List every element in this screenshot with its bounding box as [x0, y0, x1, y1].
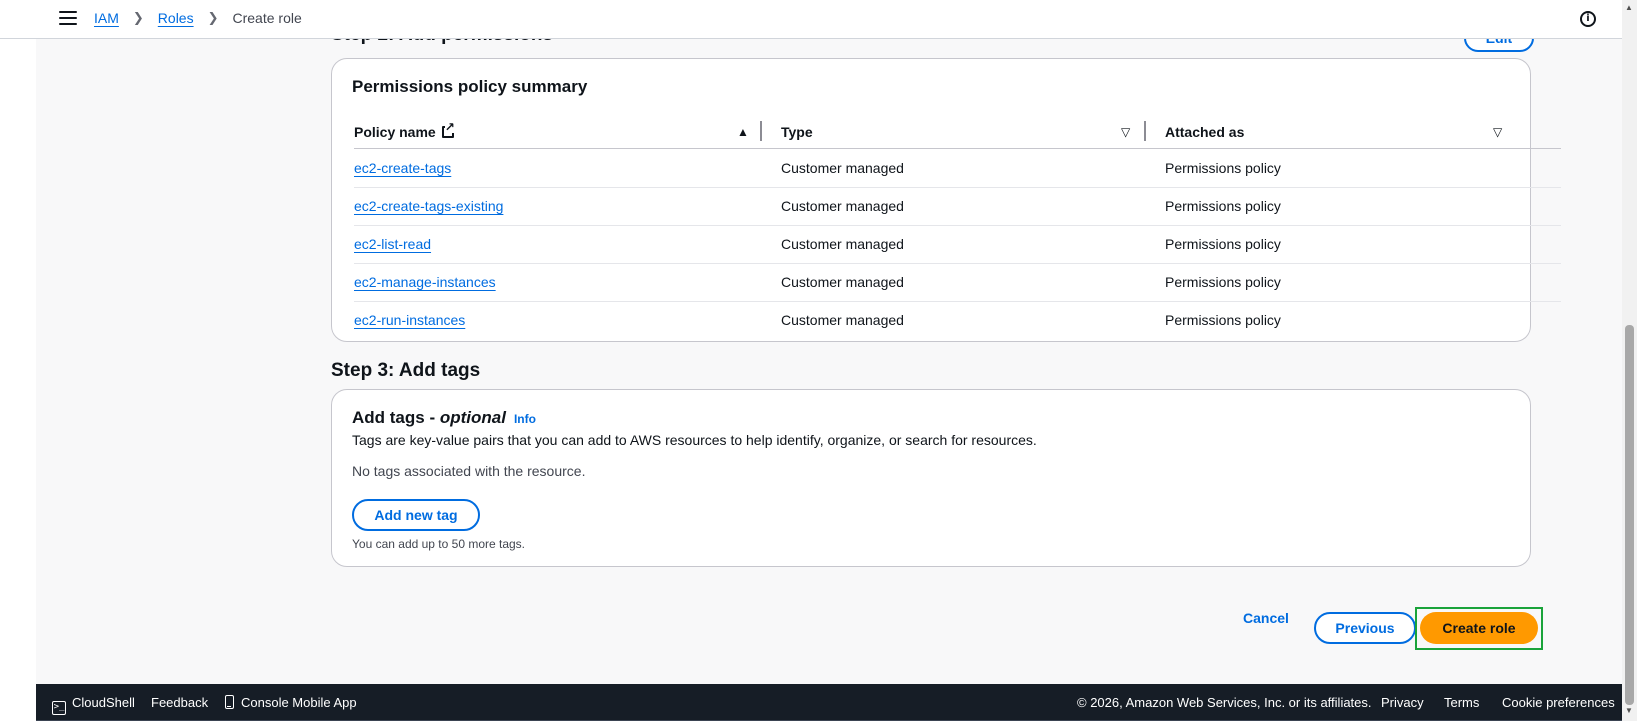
policy-attached-as: Permissions policy: [1165, 236, 1281, 252]
cloudshell-link[interactable]: >_ CloudShell: [52, 695, 135, 715]
chevron-right-icon: ❯: [207, 10, 219, 25]
policy-link[interactable]: ec2-list-read: [354, 236, 431, 252]
breadcrumb: IAM ❯ Roles ❯ Create role: [94, 10, 302, 26]
policy-link[interactable]: ec2-create-tags: [354, 160, 451, 176]
tags-limit-hint: You can add up to 50 more tags.: [352, 537, 526, 551]
scrollbar-thumb[interactable]: [1625, 325, 1634, 705]
tags-empty-state: No tags associated with the resource.: [352, 463, 586, 479]
policy-attached-as: Permissions policy: [1165, 274, 1281, 290]
permissions-summary-title: Permissions policy summary: [352, 77, 588, 96]
scroll-up-arrow-icon[interactable]: ▲: [1625, 3, 1633, 12]
policy-link[interactable]: ec2-create-tags-existing: [354, 198, 503, 214]
policy-type: Customer managed: [781, 236, 904, 252]
policy-type: Customer managed: [781, 274, 904, 290]
cloudshell-icon: >_: [52, 701, 66, 715]
chevron-right-icon: ❯: [132, 10, 144, 25]
tags-description: Tags are key-value pairs that you can ad…: [352, 432, 1037, 448]
cookie-preferences-link[interactable]: Cookie preferences: [1502, 695, 1615, 710]
step3-heading: Step 3: Add tags: [331, 360, 481, 381]
top-navigation: IAM ❯ Roles ❯ Create role i: [0, 0, 1622, 39]
table-row: ec2-list-read Customer managed Permissio…: [354, 225, 1561, 264]
policy-attached-as: Permissions policy: [1165, 312, 1281, 328]
feedback-link[interactable]: Feedback: [151, 695, 208, 710]
policy-type: Customer managed: [781, 198, 904, 214]
create-role-button[interactable]: Create role: [1420, 612, 1538, 644]
sort-ascending-icon[interactable]: ▲: [737, 125, 749, 139]
policy-link[interactable]: ec2-run-instances: [354, 312, 465, 328]
policy-type: Customer managed: [781, 160, 904, 176]
permissions-table-header: Policy name ▲ Type ▽ Attached as ▽: [354, 117, 1561, 149]
scroll-down-arrow-icon[interactable]: ▼: [1625, 706, 1633, 715]
breadcrumb-iam[interactable]: IAM: [94, 10, 119, 26]
sort-icon[interactable]: ▽: [1121, 125, 1130, 139]
mobile-phone-icon: [225, 695, 234, 709]
table-row: ec2-create-tags-existing Customer manage…: [354, 187, 1561, 226]
console-mobile-app-link[interactable]: Console Mobile App: [225, 695, 357, 710]
column-resize-handle[interactable]: [1144, 121, 1146, 141]
sort-icon[interactable]: ▽: [1493, 125, 1502, 139]
external-link-icon: [441, 121, 455, 138]
column-type[interactable]: Type: [781, 124, 813, 140]
policy-attached-as: Permissions policy: [1165, 160, 1281, 176]
policy-type: Customer managed: [781, 312, 904, 328]
console-footer: >_ CloudShell Feedback Console Mobile App…: [36, 684, 1622, 721]
add-new-tag-button[interactable]: Add new tag: [352, 499, 480, 531]
privacy-link[interactable]: Privacy: [1381, 695, 1424, 710]
column-attached-as[interactable]: Attached as: [1165, 124, 1244, 140]
add-tags-title: Add tags - optional Info: [352, 408, 536, 427]
permissions-summary-card: Permissions policy summary Policy name ▲…: [331, 58, 1561, 342]
previous-button[interactable]: Previous: [1314, 612, 1416, 644]
terms-link[interactable]: Terms: [1444, 695, 1479, 710]
table-row: ec2-run-instances Customer managed Permi…: [354, 301, 1561, 340]
column-resize-handle[interactable]: [760, 121, 762, 141]
breadcrumb-current: Create role: [232, 10, 302, 26]
main-content: Step 2: Add permissions Edit Permissions…: [36, 0, 1622, 684]
policy-link[interactable]: ec2-manage-instances: [354, 274, 496, 290]
policy-attached-as: Permissions policy: [1165, 198, 1281, 214]
copyright-text: © 2026, Amazon Web Services, Inc. or its…: [1077, 695, 1372, 710]
menu-icon[interactable]: [59, 11, 77, 27]
table-row: ec2-create-tags Customer managed Permiss…: [354, 149, 1561, 188]
info-icon[interactable]: i: [1580, 11, 1596, 27]
breadcrumb-roles[interactable]: Roles: [158, 10, 194, 26]
table-row: ec2-manage-instances Customer managed Pe…: [354, 263, 1561, 302]
left-gutter: [0, 0, 36, 721]
page-scrollbar[interactable]: ▲ ▼: [1622, 0, 1637, 721]
info-link[interactable]: Info: [514, 412, 536, 426]
column-policy-name[interactable]: Policy name: [354, 121, 455, 140]
cancel-button[interactable]: Cancel: [1243, 610, 1289, 626]
add-tags-card: Add tags - optional Info Tags are key-val…: [331, 389, 1531, 567]
